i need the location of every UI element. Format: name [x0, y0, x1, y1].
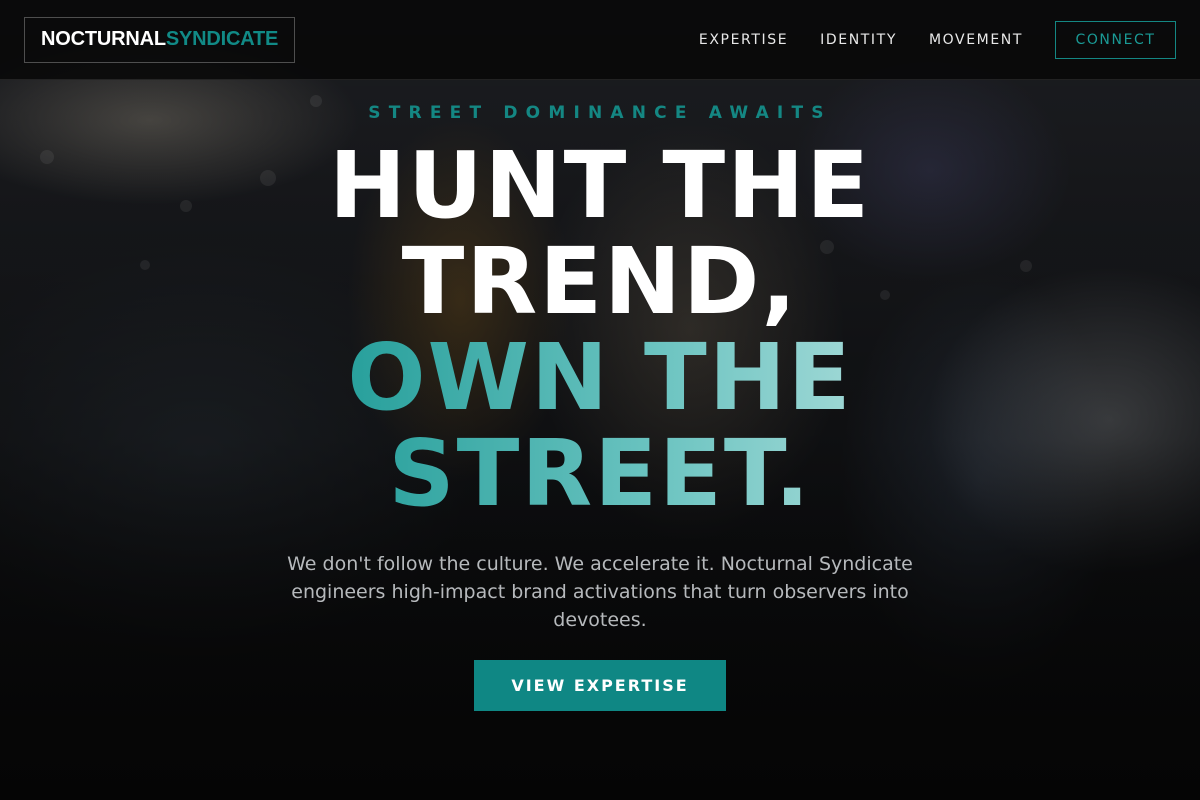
hero-section: STREET DOMINANCE AWAITS HUNT THE TREND, … — [0, 0, 1200, 800]
hero-eyebrow: STREET DOMINANCE AWAITS — [368, 103, 832, 123]
hero-headline: HUNT THE TREND, OWN THE STREET. — [0, 138, 1200, 522]
headline-line-3: OWN THE — [0, 330, 1200, 426]
hero-description: We don't follow the culture. We accelera… — [287, 553, 913, 631]
headline-line-2: TREND, — [401, 228, 799, 335]
headline-line-1: HUNT THE — [328, 132, 872, 239]
view-expertise-button[interactable]: VIEW EXPERTISE — [474, 660, 726, 711]
headline-line-4: STREET. — [0, 426, 1200, 522]
